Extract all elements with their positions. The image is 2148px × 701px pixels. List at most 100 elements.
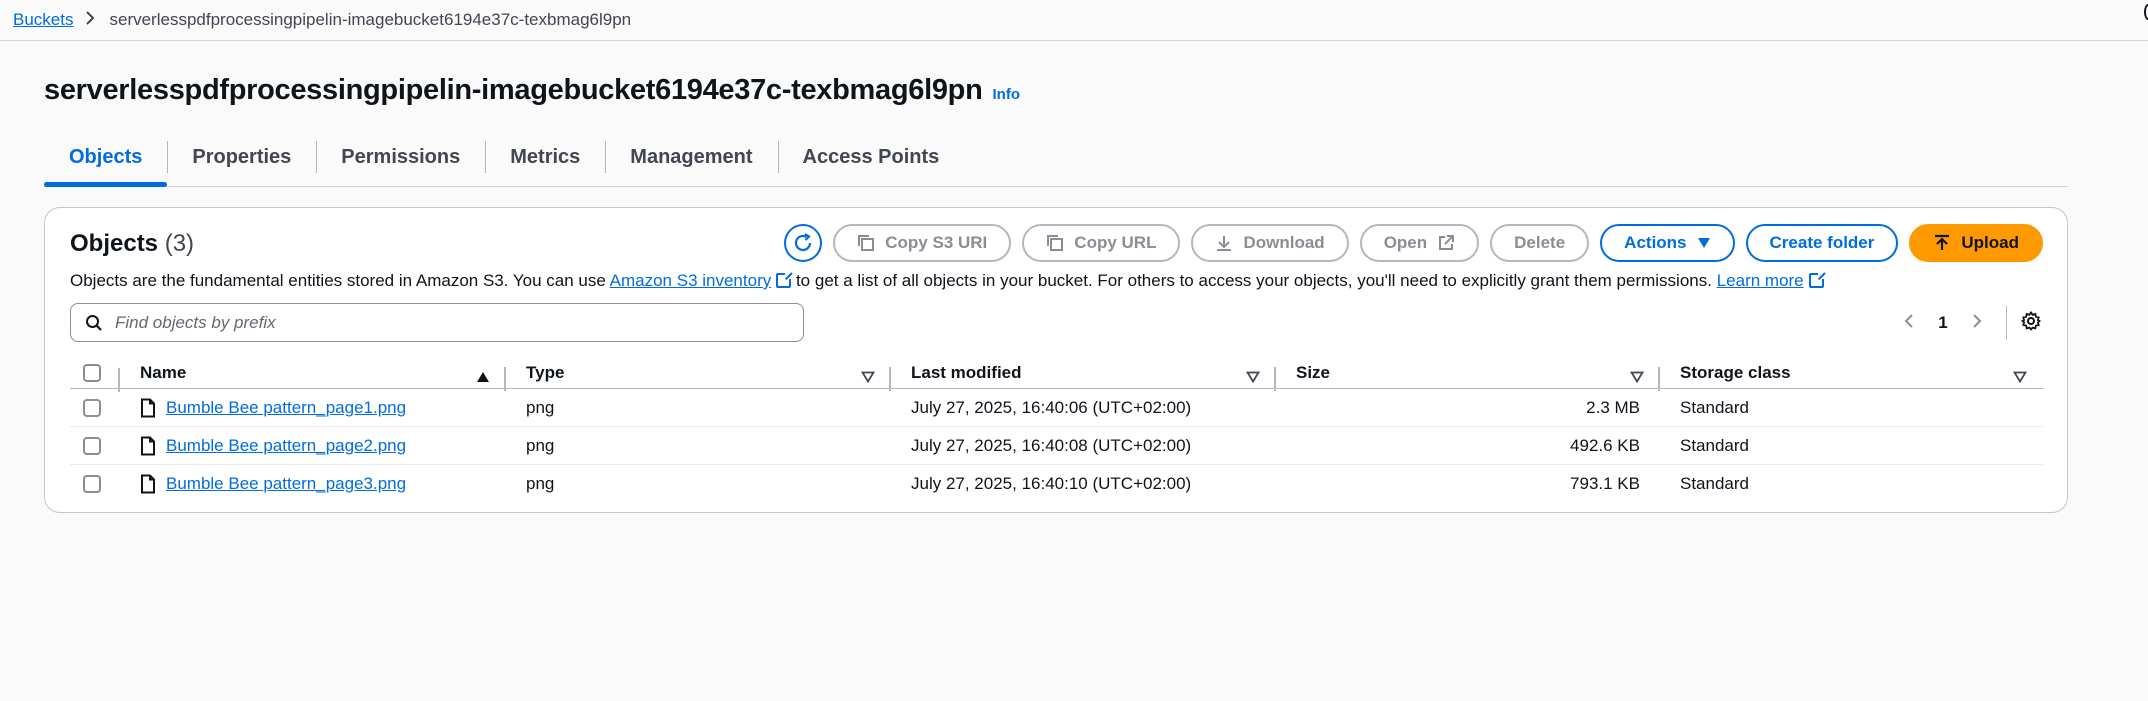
- next-page-button[interactable]: [1960, 313, 1994, 334]
- objects-table: Name Type Last modified Size Storage cla…: [70, 357, 2043, 503]
- column-header-storage-class[interactable]: Storage class: [1660, 363, 2043, 383]
- download-icon: [1217, 236, 1232, 251]
- copy-icon: [1047, 235, 1064, 251]
- copy-url-label: Copy URL: [1074, 233, 1157, 252]
- row-checkbox[interactable]: [83, 436, 101, 455]
- sort-ascending-icon: [477, 371, 489, 382]
- page-header: serverlesspdfprocessingpipelin-imagebuck…: [44, 74, 1020, 107]
- copy-url-button[interactable]: Copy URL: [1022, 224, 1181, 262]
- name-cell: Bumble Bee pattern_page3.png: [120, 474, 506, 494]
- info-link[interactable]: Info: [993, 86, 1021, 103]
- actions-label: Actions: [1624, 233, 1687, 252]
- storage-class-cell: Standard: [1680, 435, 1749, 455]
- upload-icon: [1935, 234, 1950, 250]
- page-number[interactable]: 1: [1926, 313, 1960, 333]
- sort-icon: [1246, 371, 1260, 383]
- download-button[interactable]: Download: [1191, 224, 1349, 262]
- open-label: Open: [1383, 233, 1428, 252]
- search-icon: [86, 314, 102, 331]
- download-label: Download: [1243, 233, 1325, 252]
- object-link[interactable]: Bumble Bee pattern_page3.png: [166, 474, 406, 494]
- objects-panel: Objects (3) Copy S3 URI Copy URL Downloa…: [44, 207, 2068, 513]
- breadcrumb-buckets-link[interactable]: Buckets: [13, 10, 73, 30]
- column-header-name[interactable]: Name: [120, 363, 506, 391]
- storage-class-cell: Standard: [1680, 474, 1749, 493]
- create-folder-button[interactable]: Create folder: [1745, 224, 1899, 262]
- sort-icon: [861, 371, 875, 383]
- column-header-last-modified[interactable]: Last modified: [891, 362, 1276, 391]
- last-modified-cell: July 27, 2025, 16:40:06 (UTC+02:00): [911, 397, 1192, 417]
- chevron-right-icon: [85, 10, 95, 31]
- external-link-icon: [1439, 235, 1455, 250]
- chevron-right-icon: [1973, 313, 1982, 328]
- search-input[interactable]: Find objects by prefix: [70, 303, 804, 342]
- search-placeholder: Find objects by prefix: [115, 312, 276, 332]
- objects-description: Objects are the fundamental entities sto…: [70, 271, 1826, 291]
- delete-label: Delete: [1514, 233, 1566, 252]
- select-all-cell: [70, 363, 120, 392]
- storage-class-cell: Standard: [1680, 397, 1749, 417]
- preferences-button[interactable]: [2020, 310, 2042, 336]
- actions-button[interactable]: Actions: [1600, 224, 1735, 262]
- caret-down-icon: [1697, 238, 1710, 248]
- row-select-cell: [70, 436, 120, 455]
- copy-icon: [858, 235, 875, 251]
- previous-page-button[interactable]: [1892, 313, 1926, 334]
- tab-access-points[interactable]: Access Points: [777, 133, 965, 181]
- name-cell: Bumble Bee pattern_page1.png: [120, 398, 506, 418]
- table-row: Bumble Bee pattern_page3.png png July 27…: [70, 465, 2043, 503]
- object-link[interactable]: Bumble Bee pattern_page2.png: [166, 436, 406, 456]
- size-cell: 793.1 KB: [1570, 474, 1640, 493]
- last-modified-cell: July 27, 2025, 16:40:08 (UTC+02:00): [911, 435, 1192, 455]
- copy-s3-uri-label: Copy S3 URI: [885, 233, 988, 252]
- tab-management[interactable]: Management: [605, 133, 777, 181]
- tab-objects[interactable]: Objects: [44, 133, 168, 187]
- column-label: Type: [526, 362, 565, 382]
- select-all-checkbox[interactable]: [83, 363, 101, 382]
- edge-icon: [2144, 4, 2148, 20]
- tab-metrics[interactable]: Metrics: [485, 133, 605, 181]
- name-cell: Bumble Bee pattern_page2.png: [120, 436, 506, 456]
- chevron-left-icon: [1904, 313, 1913, 328]
- object-link[interactable]: Bumble Bee pattern_page1.png: [166, 398, 406, 418]
- sort-icon: [1630, 371, 1644, 383]
- row-checkbox[interactable]: [83, 398, 101, 417]
- table-row: Bumble Bee pattern_page2.png png July 27…: [70, 427, 2043, 465]
- open-button[interactable]: Open: [1359, 224, 1480, 262]
- column-header-size[interactable]: Size: [1276, 363, 1660, 391]
- objects-toolbar: Copy S3 URI Copy URL Download Open Delet…: [784, 224, 2043, 262]
- last-modified-cell: July 27, 2025, 16:40:10 (UTC+02:00): [911, 474, 1192, 493]
- refresh-button[interactable]: [784, 224, 823, 262]
- row-select-cell: [70, 398, 120, 417]
- copy-s3-uri-button[interactable]: Copy S3 URI: [833, 224, 1012, 262]
- size-cell: 492.6 KB: [1570, 435, 1640, 455]
- tab-properties[interactable]: Properties: [167, 133, 316, 181]
- upload-button[interactable]: Upload: [1909, 224, 2043, 262]
- sort-icon: [2013, 371, 2027, 383]
- s3-inventory-link[interactable]: Amazon S3 inventory: [610, 271, 772, 290]
- external-link-icon: [776, 271, 794, 288]
- column-label: Last modified: [911, 362, 1022, 382]
- pagination: 1: [1892, 304, 2042, 342]
- type-cell: png: [526, 435, 555, 455]
- refresh-icon: [795, 233, 812, 252]
- column-header-type[interactable]: Type: [506, 362, 891, 391]
- delete-button[interactable]: Delete: [1490, 224, 1590, 262]
- tab-bar: Objects Properties Permissions Metrics M…: [44, 133, 2068, 187]
- table-header: Name Type Last modified Size Storage cla…: [70, 357, 2043, 392]
- column-label: Storage class: [1680, 362, 1791, 382]
- table-row: Bumble Bee pattern_page1.png png July 27…: [70, 389, 2043, 427]
- pager-divider: [2006, 306, 2007, 340]
- type-cell: png: [526, 397, 555, 417]
- breadcrumb-current: serverlesspdfprocessingpipelin-imagebuck…: [109, 10, 632, 29]
- tab-permissions[interactable]: Permissions: [316, 133, 485, 181]
- gear-icon: [2020, 310, 2042, 331]
- external-link-icon: [1808, 271, 1826, 288]
- learn-more-link[interactable]: Learn more: [1717, 271, 1804, 290]
- size-cell: 2.3 MB: [1586, 397, 1640, 417]
- objects-heading: Objects (3): [70, 230, 194, 258]
- objects-title: Objects: [70, 230, 159, 257]
- breadcrumb: Buckets serverlesspdfprocessingpipelin-i…: [0, 0, 2148, 41]
- description-text-1: Objects are the fundamental entities sto…: [70, 271, 610, 290]
- row-checkbox[interactable]: [83, 475, 101, 493]
